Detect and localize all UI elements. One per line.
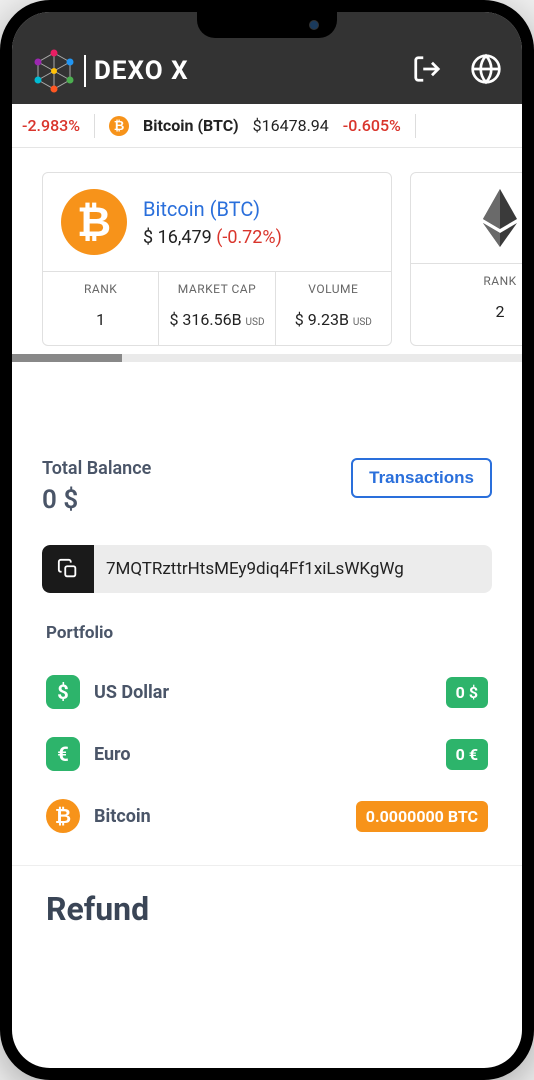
portfolio-item-name: Euro <box>94 744 131 765</box>
portfolio-item-usd[interactable]: $ US Dollar 0 $ <box>42 661 492 723</box>
portfolio-item-btc[interactable]: ₿ Bitcoin 0.0000000 BTC <box>42 785 492 847</box>
coin-change: (-0.72%) <box>216 227 282 248</box>
portfolio-item-amount: 0.0000000 BTC <box>356 801 488 832</box>
ticker-coin-name: Bitcoin (BTC) <box>143 116 239 135</box>
coin-card-btc[interactable]: ₿ Bitcoin (BTC) $ 16,479 (-0.72%) RANK 1 <box>42 172 392 346</box>
refund-heading: Refund <box>42 890 492 928</box>
portfolio-item-name: US Dollar <box>94 682 169 703</box>
ethereum-icon <box>475 185 522 251</box>
brand-text: DEXO X <box>94 56 189 86</box>
portfolio-item-eur[interactable]: € Euro 0 € <box>42 723 492 785</box>
portfolio-label: Portfolio <box>46 623 492 643</box>
ticker-change: -0.605% <box>343 116 401 135</box>
brand-area[interactable]: DEXO X <box>32 49 189 93</box>
portfolio-item-amount: 0 € <box>446 739 488 770</box>
stat-rank: RANK 1 <box>43 272 159 345</box>
bitcoin-icon: ₿ <box>61 189 127 255</box>
portfolio-item-name: Bitcoin <box>94 806 151 827</box>
ticker-prev-change: -2.983% <box>22 116 80 135</box>
logo-icon <box>32 49 76 93</box>
copy-icon <box>57 558 79 580</box>
bitcoin-icon: ₿ <box>46 799 80 833</box>
stat-volume: VOLUME $ 9.23B USD <box>276 272 391 345</box>
balance-block: Total Balance 0 $ <box>42 458 151 515</box>
scroll-indicator[interactable] <box>12 354 522 362</box>
logout-icon[interactable] <box>412 54 442 88</box>
coin-name-link[interactable]: Bitcoin (BTC) <box>143 197 282 221</box>
ticker-price: $16478.94 <box>253 116 329 135</box>
wallet-address: 7MQTRzttrHtsMEy9diq4Ff1xiLsWKgWg <box>94 545 492 593</box>
wallet-address-row: 7MQTRzttrHtsMEy9diq4Ff1xiLsWKgWg <box>42 545 492 593</box>
coin-cards-scroll[interactable]: ₿ Bitcoin (BTC) $ 16,479 (-0.72%) RANK 1 <box>12 148 522 354</box>
bitcoin-icon: ₿ <box>109 116 129 136</box>
stat-market-cap: MARKET CAP $ 316.56B USD <box>159 272 275 345</box>
euro-icon: € <box>46 737 80 771</box>
scroll-thumb[interactable] <box>12 354 122 362</box>
coin-price: $ 16,479 (-0.72%) <box>143 227 282 248</box>
copy-address-button[interactable] <box>42 545 94 593</box>
globe-icon[interactable] <box>470 53 502 89</box>
dollar-icon: $ <box>46 675 80 709</box>
balance-label: Total Balance <box>42 458 151 479</box>
stat-rank: RANK 2 <box>411 264 522 337</box>
price-ticker: -2.983% ₿ Bitcoin (BTC) $16478.94 -0.605… <box>12 104 522 148</box>
transactions-button[interactable]: Transactions <box>351 458 492 498</box>
balance-amount: 0 $ <box>42 485 151 515</box>
coin-card-eth[interactable]: RANK 2 <box>410 172 522 346</box>
portfolio-item-amount: 0 $ <box>446 677 488 708</box>
